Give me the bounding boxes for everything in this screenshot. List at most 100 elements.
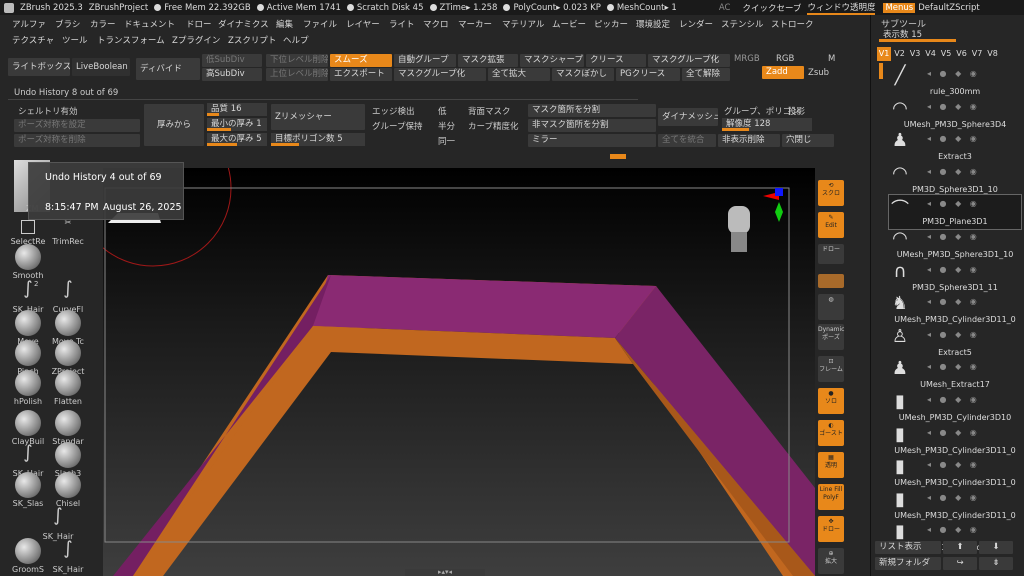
subtool-visibility-icon[interactable]: ◂ ● ◆ ◉: [927, 362, 980, 371]
mirror-button[interactable]: ミラー: [528, 134, 656, 147]
draw-mode-button[interactable]: ドロー: [818, 244, 844, 264]
scroll-indicator[interactable]: [879, 63, 883, 79]
menu-item[interactable]: テクスチャ: [12, 34, 54, 46]
subtool-visibility-icon[interactable]: ◂ ● ◆ ◉: [927, 265, 980, 274]
edit-button[interactable]: ✎ Edit: [818, 212, 844, 238]
ghost-button[interactable]: ◐ ゴースト: [818, 420, 844, 446]
version-tab[interactable]: V3: [908, 47, 922, 61]
menu-item[interactable]: ムービー: [552, 18, 586, 30]
move-folder-button[interactable]: ↪: [943, 557, 977, 570]
sort-down-button[interactable]: ⇟: [979, 557, 1013, 570]
expand-all-button[interactable]: 全て拡大: [488, 68, 550, 81]
solo-button[interactable]: ● ソロ: [818, 388, 844, 414]
subtool-item[interactable]: ╱ ◂ ● ◆ ◉ rule_300mm: [889, 65, 1021, 99]
half-toggle[interactable]: 半分: [438, 120, 455, 132]
subtool-visibility-icon[interactable]: ◂ ● ◆ ◉: [927, 102, 980, 111]
menu-item[interactable]: マテリアル: [502, 18, 544, 30]
sk-hair-brush-4[interactable]: ∫ SK_Hair: [46, 538, 90, 574]
menu-item[interactable]: アルファ: [12, 18, 46, 30]
max-thickness-slider[interactable]: 最大の厚み 5: [207, 133, 267, 146]
canvas-viewport[interactable]: [103, 168, 815, 576]
menu-item[interactable]: ステンシル: [721, 18, 764, 30]
version-tab[interactable]: V2: [893, 47, 907, 61]
menu-item[interactable]: ダイナミクス: [218, 18, 269, 30]
version-tab[interactable]: V8: [986, 47, 1000, 61]
subtool-item[interactable]: ⌒ ◂ ● ◆ ◉ PM3D_Plane3D1: [888, 194, 1022, 231]
curve-fl-brush[interactable]: ∫CurveFl: [46, 278, 90, 314]
delete-higher-button[interactable]: 上位レベル削除: [266, 68, 328, 81]
version-tab[interactable]: V6: [955, 47, 969, 61]
list-display-button[interactable]: リスト表示: [875, 541, 941, 554]
subtool-item[interactable]: ∩ ◂ ● ◆ ◉ PM3D_Sphere3D1_11: [889, 261, 1021, 295]
projection-toggle[interactable]: 投影: [788, 105, 805, 117]
frame-button[interactable]: ⊡ フレーム: [818, 356, 844, 382]
same-toggle[interactable]: 同一: [438, 135, 455, 147]
crease-button[interactable]: クリース: [586, 54, 646, 67]
pose-symm-delete-button[interactable]: ポーズ対称を削除: [14, 134, 140, 147]
menu-item[interactable]: ブラシ: [55, 18, 80, 30]
split-unmasked-button[interactable]: 非マスク箇所を分割: [528, 119, 656, 132]
mrgb-button[interactable]: MRGB: [734, 54, 760, 64]
curve-strength-toggle[interactable]: カーブ精度化: [468, 120, 519, 132]
select-rect-brush[interactable]: SelectRe: [6, 218, 50, 246]
version-tab[interactable]: V4: [924, 47, 938, 61]
menu-item[interactable]: 環境設定: [636, 18, 670, 30]
move-up-button[interactable]: ⬆: [943, 541, 977, 554]
delete-hidden-button[interactable]: 非表示削除: [718, 134, 780, 147]
menu-item[interactable]: ドロー: [186, 18, 212, 30]
dynamic-button[interactable]: Dynamic ポーズ: [818, 324, 844, 350]
menu-item[interactable]: マーカー: [458, 18, 492, 30]
subtool-visibility-icon[interactable]: ◂ ● ◆ ◉: [927, 134, 980, 143]
subtool-visibility-icon[interactable]: ◂ ● ◆ ◉: [927, 199, 980, 208]
pg-crease-button[interactable]: PGクリース: [616, 68, 680, 81]
chisel-brush[interactable]: Chisel: [46, 472, 90, 508]
zremesher-button[interactable]: Zリメッシャー: [271, 104, 365, 130]
panel-collapse-handle[interactable]: [610, 154, 626, 159]
display-count-slider[interactable]: 表示数 15: [879, 29, 1019, 42]
subtool-item[interactable]: ▮ ◂ ● ◆ ◉ UMesh_PM3D_Cylinder3D11_0: [889, 456, 1021, 490]
subtool-item[interactable]: ♟ ◂ ● ◆ ◉ Extract3: [889, 130, 1021, 164]
subtool-visibility-icon[interactable]: ◂ ● ◆ ◉: [927, 297, 980, 306]
standard-brush[interactable]: Standar: [46, 410, 90, 446]
groom-brush[interactable]: GroomS: [6, 538, 50, 574]
move-down-button[interactable]: ⬇: [979, 541, 1013, 554]
low-subdiv-button[interactable]: 低SubDiv: [202, 54, 262, 67]
new-folder-button[interactable]: 新規フォルダ: [875, 557, 941, 570]
menu-item[interactable]: カラー: [90, 18, 116, 30]
liveboolean-button[interactable]: LiveBoolean: [72, 58, 130, 76]
mask-sharpen-button[interactable]: マスクシャープ: [520, 54, 584, 67]
from-thickness-button[interactable]: 厚みから: [144, 104, 204, 146]
version-tab[interactable]: V1: [877, 47, 891, 61]
subtool-item[interactable]: ◠ ◂ ● ◆ ◉ PM3D_Sphere3D1_10: [889, 163, 1021, 197]
autogroup-button[interactable]: 自動グループ: [394, 54, 456, 67]
menu-item[interactable]: ファイル: [303, 18, 337, 30]
transparency-button[interactable]: ▦ 透明: [818, 452, 844, 478]
default-zscript-button[interactable]: DefaultZScript: [918, 3, 980, 13]
divide-button[interactable]: ディバイド: [136, 58, 200, 80]
split-masked-button[interactable]: マスク箇所を分割: [528, 104, 656, 117]
subtool-visibility-icon[interactable]: ◂ ● ◆ ◉: [927, 167, 980, 176]
export-button[interactable]: エクスポート: [330, 68, 392, 81]
version-tab[interactable]: V7: [970, 47, 984, 61]
menu-item[interactable]: ツール: [62, 34, 88, 46]
keep-groups-toggle[interactable]: グループ保持: [372, 120, 423, 132]
sk-slash-brush[interactable]: SK_Slas: [6, 472, 50, 508]
menu-item[interactable]: ヘルプ: [283, 34, 309, 46]
menus-button[interactable]: Menus: [883, 2, 916, 13]
sk-hair-brush[interactable]: ∫SK_Hair: [6, 278, 50, 314]
hpolish-brush[interactable]: hPolish: [6, 370, 50, 406]
m-button[interactable]: M: [828, 54, 835, 64]
menu-item[interactable]: レンダー: [679, 18, 713, 30]
subtool-item[interactable]: ◠ ◂ ● ◆ ◉ UMesh_PM3D_Sphere3D1_10: [889, 228, 1021, 262]
subtool-visibility-icon[interactable]: ◂ ● ◆ ◉: [927, 232, 980, 241]
pose-symm-set-button[interactable]: ポーズ対称を設定: [14, 119, 140, 132]
bottom-tray-handle[interactable]: ▸▴▾◂: [405, 569, 485, 576]
menu-item[interactable]: 編集: [276, 18, 293, 30]
subtool-visibility-icon[interactable]: ◂ ● ◆ ◉: [927, 69, 980, 78]
subtool-visibility-icon[interactable]: ◂ ● ◆ ◉: [927, 493, 980, 502]
zoom-view-button[interactable]: ⊕ 拡大: [818, 548, 844, 574]
subtool-item[interactable]: ▮ ◂ ● ◆ ◉ UMesh_PM3D_Cylinder3D11_0: [889, 489, 1021, 523]
resolution-slider[interactable]: 解像度 128: [722, 118, 812, 131]
subtool-item[interactable]: ◠ ◂ ● ◆ ◉ UMesh_PM3D_Sphere3D4: [889, 98, 1021, 132]
lightbox-button[interactable]: ライトボックス: [8, 58, 70, 76]
